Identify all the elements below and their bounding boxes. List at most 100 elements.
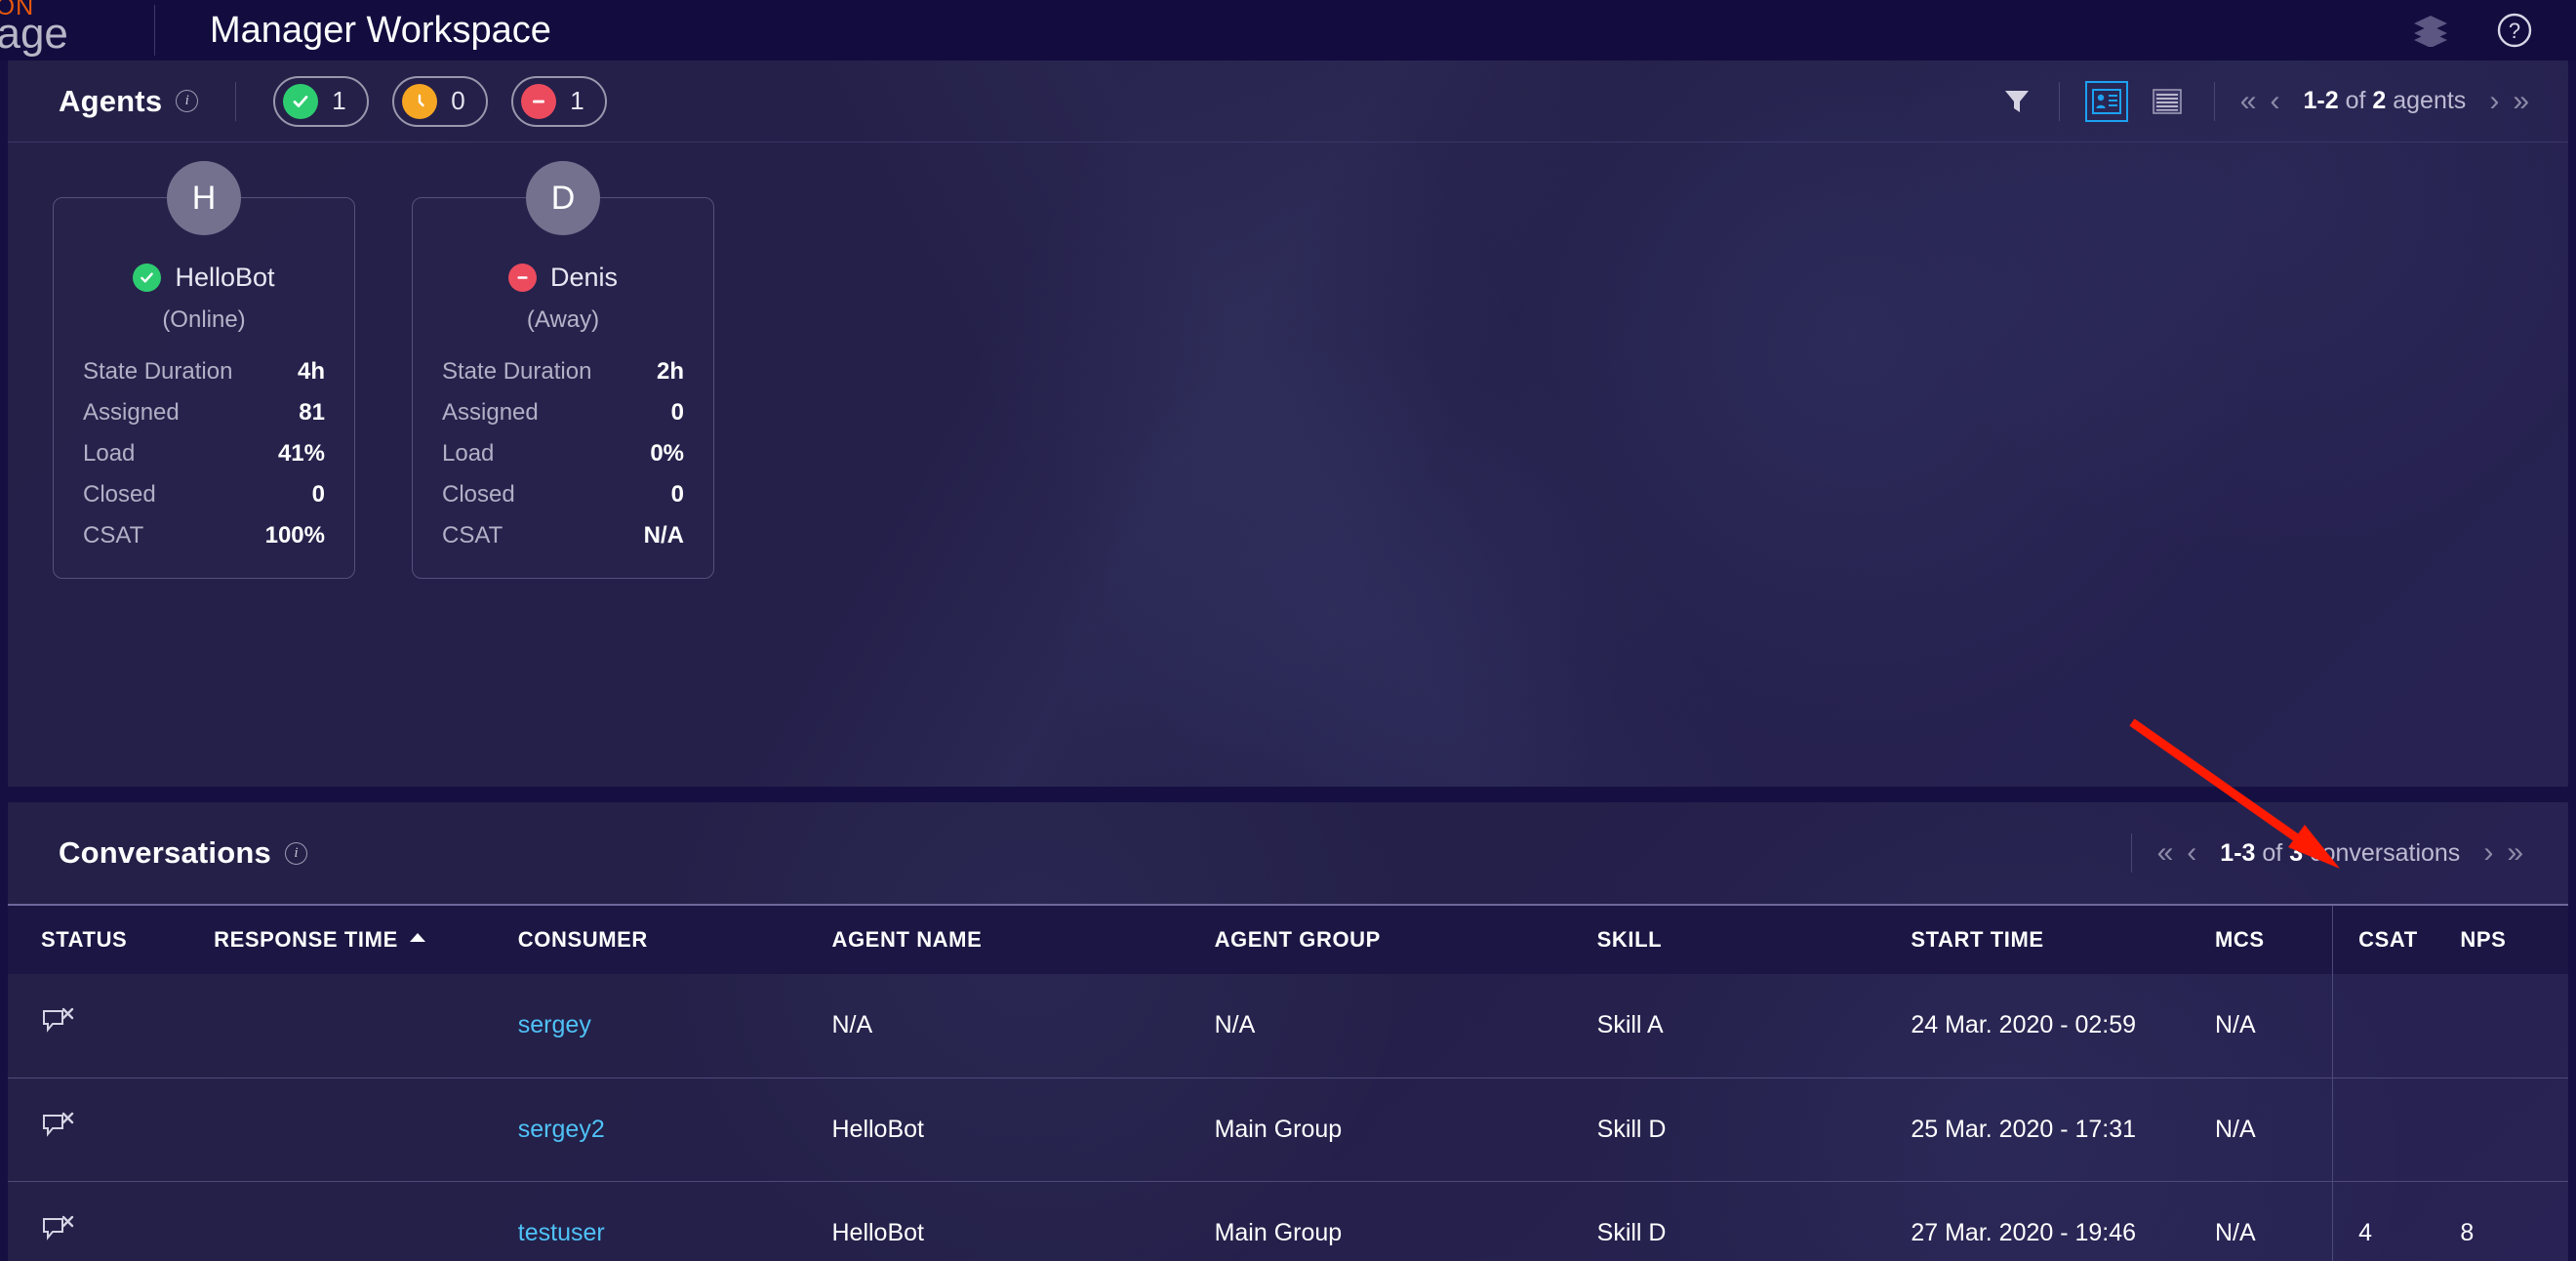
agent-name-row: HelloBot (83, 263, 325, 293)
chat-closed-icon (41, 1215, 74, 1250)
agents-range-value: 1-2 (2303, 87, 2339, 114)
column-header-agent-group[interactable]: AGENT GROUP (1214, 904, 1597, 974)
online-pill[interactable]: 1 (273, 75, 370, 127)
column-header-consumer[interactable]: CONSUMER (517, 904, 832, 974)
stat-label: State Duration (83, 358, 233, 385)
table-body: sergey N/A N/A Skill A 24 Mar. 2020 - 02… (8, 974, 2568, 1261)
check-icon (133, 264, 162, 292)
cell-response-time (214, 1077, 518, 1181)
agent-name-row: Denis (442, 263, 684, 293)
agents-total-value: 2 (2372, 87, 2387, 114)
column-header-status[interactable]: STATUS (8, 904, 215, 974)
stat-row: Load 0% (442, 433, 684, 474)
help-circle-icon[interactable]: ? (2496, 12, 2533, 49)
conversations-last-page-button[interactable]: » (2507, 838, 2523, 868)
away-count: 0 (451, 86, 465, 115)
table-row[interactable]: sergey N/A N/A Skill A 24 Mar. 2020 - 02… (8, 974, 2568, 1078)
stat-label: Closed (442, 481, 515, 508)
agents-header: Agents i 1 0 1 « ‹ 1-2 of 2 agents › » (8, 61, 2568, 142)
cell-nps (2460, 1077, 2568, 1181)
cell-skill: Skill D (1596, 1180, 1912, 1261)
cell-status (8, 1180, 215, 1261)
column-header-response-time[interactable]: RESPONSE TIME (214, 904, 518, 974)
cell-mcs: N/A (2215, 1180, 2333, 1261)
toolbar-divider-1 (2058, 81, 2060, 121)
minus-icon (507, 264, 537, 292)
consumer-link[interactable]: testuser (518, 1219, 605, 1246)
agent-name: HelloBot (175, 263, 275, 292)
column-header-nps[interactable]: NPS (2460, 904, 2568, 974)
column-header-skill[interactable]: SKILL (1596, 904, 1912, 974)
cell-skill: Skill A (1596, 1011, 1664, 1039)
stat-value: 41% (277, 440, 325, 467)
agents-info-icon[interactable]: i (176, 90, 199, 112)
column-header-agent-name[interactable]: AGENT NAME (831, 904, 1215, 974)
stat-row: CSAT N/A (442, 515, 684, 556)
cell-response-time (214, 974, 518, 1078)
layers-icon[interactable] (2412, 14, 2449, 47)
agent-card-denis[interactable]: D Denis (Away) State Duration 2h Assigne… (412, 161, 714, 579)
agents-page-range: 1-2 of 2 agents (2303, 87, 2466, 115)
conversations-range-value: 1-3 (2220, 838, 2256, 867)
offline-count: 1 (570, 86, 584, 115)
stat-row: Closed 0 (442, 474, 684, 515)
conversations-of-label: of (2262, 838, 2283, 867)
cell-agent-name: HelloBot (831, 1077, 1215, 1181)
consumer-link[interactable]: sergey2 (518, 1116, 605, 1143)
cell-agent-name: HelloBot (831, 1180, 1215, 1261)
filter-icon[interactable] (2000, 85, 2033, 118)
list-view-button[interactable] (2146, 81, 2189, 122)
logo-bottom-text: gage (0, 10, 68, 58)
stat-value: 2h (656, 358, 684, 385)
cell-agent-group: N/A (1214, 1011, 1256, 1039)
column-header-csat[interactable]: CSAT (2332, 904, 2461, 974)
column-header-start-time[interactable]: START TIME (1911, 904, 2215, 974)
conversations-info-icon[interactable]: i (284, 841, 307, 865)
agent-state: (Online) (162, 306, 246, 333)
cell-consumer: sergey (518, 974, 832, 1078)
brand-logo[interactable]: SON gage (0, 0, 146, 61)
conversations-prev-page-button[interactable]: ‹ (2187, 838, 2196, 868)
card-view-button[interactable] (2084, 80, 2128, 122)
online-count: 1 (332, 86, 346, 115)
stat-label: Closed (83, 481, 156, 508)
conversations-next-page-button[interactable]: › (2483, 838, 2493, 868)
offline-pill[interactable]: 1 (511, 75, 608, 127)
cell-start-time: 24 Mar. 2020 - 02:59 (1911, 1011, 2137, 1039)
away-pill[interactable]: 0 (392, 75, 489, 127)
conversations-total-value: 3 (2289, 838, 2304, 867)
conversations-panel: Conversations i « ‹ 1-3 of 3 conversatio… (8, 802, 2568, 1261)
agents-last-page-button[interactable]: » (2513, 86, 2529, 116)
stat-label: Assigned (83, 399, 180, 426)
stat-row: Closed 0 (83, 474, 325, 515)
agent-card-hellobot[interactable]: H HelloBot (Online) State Duration 4h As… (53, 161, 355, 579)
agent-status-pills: 1 0 1 (273, 75, 608, 127)
stat-value: 81 (299, 399, 325, 426)
agents-first-page-button[interactable]: « (2240, 86, 2257, 116)
cell-agent-name: N/A (831, 1011, 873, 1039)
conversations-title: Conversations (59, 835, 271, 870)
cell-status (8, 974, 214, 1078)
agent-state: (Away) (526, 306, 600, 333)
cell-csat: 4 (2332, 1180, 2461, 1261)
table-header-row: STATUS RESPONSE TIME CONSUMER AGENT NAME… (8, 904, 2568, 974)
agents-of-label: of (2345, 87, 2366, 114)
table-row[interactable]: sergey2 HelloBot Main Group Skill D 25 M… (8, 1077, 2568, 1181)
agents-next-page-button[interactable]: › (2489, 86, 2499, 116)
table-head: STATUS RESPONSE TIME CONSUMER AGENT NAME… (8, 904, 2568, 974)
cell-status (8, 1077, 215, 1181)
sort-ascending-icon (409, 933, 425, 942)
stat-row: Assigned 0 (442, 392, 684, 433)
column-header-mcs[interactable]: MCS (2215, 904, 2333, 974)
consumer-link[interactable]: sergey (518, 1011, 591, 1038)
cell-csat (2332, 1077, 2461, 1181)
agents-prev-page-button[interactable]: ‹ (2270, 86, 2279, 116)
conversations-first-page-button[interactable]: « (2157, 838, 2174, 868)
conversations-table: STATUS RESPONSE TIME CONSUMER AGENT NAME… (8, 904, 2568, 1261)
stat-row: CSAT 100% (83, 515, 325, 556)
agents-header-divider (235, 81, 237, 121)
topbar-divider (154, 5, 155, 56)
table-row[interactable]: testuser HelloBot Main Group Skill D 27 … (8, 1180, 2568, 1261)
stat-value: N/A (643, 522, 684, 549)
conversations-page-range: 1-3 of 3 conversations (2220, 839, 2460, 868)
